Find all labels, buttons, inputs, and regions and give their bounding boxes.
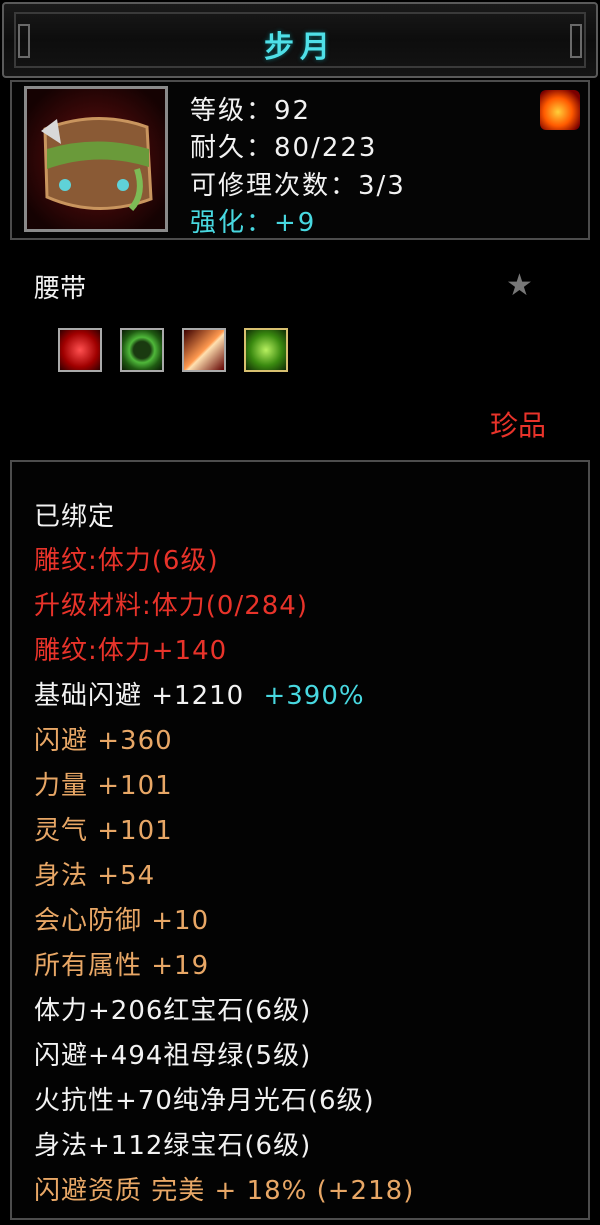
gem-line-emerald: 闪避+494祖母绿(5级) [34, 1041, 312, 1071]
star-icon[interactable]: ★ [506, 268, 533, 303]
item-header: 等级：92 耐久：80/223 可修理次数：3/3 强化：+9 [10, 80, 590, 240]
green-ring-icon[interactable] [120, 328, 164, 372]
fire-bird-icon [540, 90, 580, 130]
level-stat: 等级：92 [190, 96, 312, 126]
all-attributes-line: 所有属性 +19 [34, 951, 210, 981]
base-dodge-line: 基础闪避 +1210 +390% [34, 675, 365, 712]
red-gem-icon[interactable] [58, 328, 102, 372]
base-dodge-percent: +390% [263, 681, 365, 711]
engrave-bonus-line: 雕纹:体力+140 [34, 636, 228, 666]
gem-line-moonstone: 火抗性+70纯净月光石(6级) [34, 1086, 375, 1116]
crit-defense-line: 会心防御 +10 [34, 906, 210, 936]
belt-icon[interactable] [24, 86, 168, 232]
enhance-stat: 强化：+9 [190, 208, 317, 238]
durability-stat: 耐久：80/223 [190, 133, 378, 163]
base-dodge-value: 基础闪避 +1210 [34, 681, 245, 711]
dodge-line: 闪避 +360 [34, 726, 173, 756]
item-type: 腰带 [34, 274, 87, 304]
gem-line-peridot: 身法+112绿宝石(6级) [34, 1131, 312, 1161]
agility-line: 身法 +54 [34, 861, 156, 891]
strength-line: 力量 +101 [34, 771, 173, 801]
repair-count-stat: 可修理次数：3/3 [190, 171, 406, 201]
spirit-line: 灵气 +101 [34, 816, 173, 846]
green-gem-icon[interactable] [244, 328, 288, 372]
engrave-line: 雕纹:体力(6级) [34, 546, 219, 576]
item-name: 步月 [264, 30, 336, 65]
title-bar: 步月 [2, 2, 598, 78]
gem-line-ruby: 体力+206红宝石(6级) [34, 996, 312, 1026]
upgrade-material-line: 升级材料:体力(0/284) [34, 591, 308, 621]
rarity-label: 珍品 [490, 409, 547, 442]
bound-status: 已绑定 [34, 502, 116, 532]
dodge-quality-line: 闪避资质 完美 + 18% (+218) [34, 1176, 415, 1206]
flame-crystal-icon[interactable] [182, 328, 226, 372]
